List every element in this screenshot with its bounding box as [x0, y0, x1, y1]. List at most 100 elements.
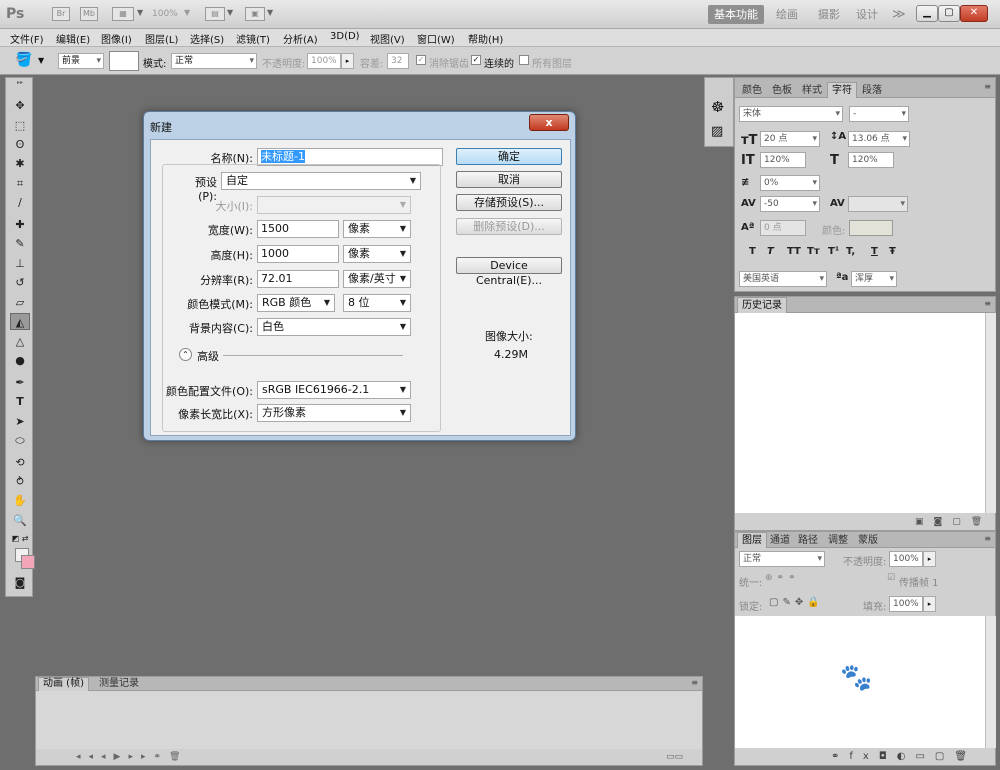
minimize-button[interactable]: ▁: [916, 5, 938, 22]
color-mode-select[interactable]: RGB 颜色: [257, 294, 335, 312]
lasso-tool-icon[interactable]: ʘ: [10, 136, 30, 153]
tab-measurement-log[interactable]: 测量记录: [94, 677, 144, 691]
tab-history[interactable]: 历史记录: [737, 297, 787, 313]
panel-menu-icon[interactable]: ≡: [691, 678, 698, 687]
fill-input[interactable]: 100%: [889, 596, 923, 612]
menu-layer[interactable]: 图层(L): [145, 31, 178, 46]
chevron-down-icon[interactable]: ▼: [227, 8, 233, 17]
color-profile-select[interactable]: sRGB IEC61966-2.1: [257, 381, 411, 399]
faux-bold-button[interactable]: T: [749, 246, 756, 257]
blend-mode-select[interactable]: 正常: [739, 551, 825, 567]
strikethrough-button[interactable]: Ŧ: [889, 246, 896, 257]
tab-color[interactable]: 颜色: [737, 82, 767, 98]
tab-swatches[interactable]: 色板: [767, 82, 797, 98]
marquee-tool-icon[interactable]: ⬚: [10, 117, 30, 134]
navigator-icon[interactable]: ☸: [711, 98, 724, 116]
menu-file[interactable]: 文件(F): [10, 31, 44, 46]
tracking-select[interactable]: -50: [760, 196, 820, 212]
pixel-aspect-select[interactable]: 方形像素: [257, 404, 411, 422]
text-color-swatch[interactable]: [849, 220, 893, 236]
chevron-down-icon[interactable]: ▼: [267, 8, 273, 17]
brush-tool-icon[interactable]: ✎: [10, 235, 30, 252]
tab-character[interactable]: 字符: [827, 82, 857, 98]
chevron-down-icon[interactable]: ▼: [184, 8, 190, 17]
size-select[interactable]: [257, 196, 411, 214]
small-caps-button[interactable]: Tт: [807, 246, 820, 257]
layer-opacity-input[interactable]: 100%: [889, 551, 923, 567]
all-caps-button[interactable]: TT: [787, 246, 801, 257]
move-tool-icon[interactable]: ✥: [10, 97, 30, 114]
font-style-select[interactable]: -: [849, 106, 909, 122]
tab-channels[interactable]: 通道: [765, 532, 795, 548]
quick-mask-icon[interactable]: ◙: [10, 574, 30, 591]
convert-timeline-icon[interactable]: ▭▭: [666, 752, 683, 762]
image-icon[interactable]: ▨: [711, 124, 723, 139]
language-select[interactable]: 美国英语: [739, 271, 827, 287]
kerning-select[interactable]: [848, 196, 908, 212]
height-input[interactable]: 1000: [257, 245, 339, 263]
menu-analysis[interactable]: 分析(A): [283, 31, 318, 46]
close-window-button[interactable]: ✕: [960, 5, 988, 22]
menu-view[interactable]: 视图(V): [370, 31, 405, 46]
layer-opacity-slider[interactable]: ▸: [923, 551, 936, 567]
maximize-button[interactable]: ▢: [938, 5, 960, 22]
device-central-button[interactable]: Device Central(E)...: [456, 257, 562, 287]
history-list[interactable]: [735, 313, 985, 513]
tab-paragraph[interactable]: 段落: [857, 82, 887, 98]
zoom-tool-icon[interactable]: 🔍: [10, 512, 30, 529]
resolution-input[interactable]: 72.01: [257, 270, 339, 288]
menu-3d[interactable]: 3D(D): [330, 31, 360, 42]
layer-action-icons[interactable]: ⚭fx◘◐▭▢🗑: [831, 751, 977, 762]
propagate-checkbox[interactable]: ☑: [887, 573, 895, 583]
workspace-design[interactable]: 设计: [850, 5, 884, 24]
menu-window[interactable]: 窗口(W): [417, 31, 455, 46]
fill-source-select[interactable]: 前景: [58, 53, 104, 69]
height-unit-select[interactable]: 像素: [343, 245, 411, 263]
all-layers-checkbox[interactable]: [519, 55, 529, 65]
pattern-picker[interactable]: [109, 51, 139, 71]
opacity-slider-button[interactable]: ▸: [341, 53, 354, 69]
playback-controls[interactable]: ◂◂◂▶▸▸⚭🗑: [76, 752, 188, 762]
history-action-icons[interactable]: ▣◙▢🗑: [915, 517, 992, 527]
preset-select[interactable]: 自定: [221, 172, 421, 190]
underline-button[interactable]: T: [871, 246, 878, 257]
menu-edit[interactable]: 编辑(E): [56, 31, 90, 46]
workspace-photography[interactable]: 摄影: [812, 5, 846, 24]
paint-bucket-tool-icon[interactable]: ◭: [10, 313, 30, 330]
workspace-more[interactable]: ≫: [886, 5, 912, 24]
path-select-tool-icon[interactable]: ➤: [10, 413, 30, 430]
menu-filter[interactable]: 滤镜(T): [236, 31, 270, 46]
dodge-tool-icon[interactable]: ●: [10, 352, 30, 369]
history-brush-tool-icon[interactable]: ↺: [10, 274, 30, 291]
workspace-essentials[interactable]: 基本功能: [708, 5, 764, 24]
menu-image[interactable]: 图像(I): [101, 31, 132, 46]
background-color-swatch[interactable]: [21, 555, 35, 569]
cancel-button[interactable]: 取消: [456, 171, 562, 188]
chevron-down-icon[interactable]: ▼: [38, 56, 44, 65]
tab-paths[interactable]: 路径: [793, 532, 823, 548]
frames-area[interactable]: [36, 691, 702, 749]
bit-depth-select[interactable]: 8 位: [343, 294, 411, 312]
view-extras-icon[interactable]: ▦: [112, 7, 134, 21]
layers-scrollbar[interactable]: [985, 616, 996, 748]
advanced-toggle[interactable]: ⌃: [179, 348, 192, 361]
font-family-select[interactable]: 宋体: [739, 106, 843, 122]
vertical-scale-input[interactable]: 120%: [760, 152, 806, 168]
baseline-shift-input[interactable]: 0 点: [760, 220, 806, 236]
chevron-down-icon[interactable]: ▼: [137, 8, 143, 17]
opacity-input[interactable]: 100%: [307, 53, 341, 69]
superscript-button[interactable]: T¹: [828, 246, 839, 257]
save-preset-button[interactable]: 存储预设(S)...: [456, 194, 562, 211]
paint-bucket-icon[interactable]: 🪣: [15, 52, 32, 68]
width-unit-select[interactable]: 像素: [343, 220, 411, 238]
eraser-tool-icon[interactable]: ▱: [10, 294, 30, 311]
unify-icons[interactable]: ⊕⚭⚭: [765, 573, 800, 583]
workspace-painting[interactable]: 绘画: [770, 5, 804, 24]
faux-italic-button[interactable]: T: [767, 246, 774, 257]
bridge-icon[interactable]: Br: [52, 7, 70, 21]
eyedropper-tool-icon[interactable]: ∕: [10, 194, 30, 211]
tab-animation[interactable]: 动画 (帧): [38, 677, 89, 691]
horizontal-scale-input[interactable]: 120%: [848, 152, 894, 168]
menu-select[interactable]: 选择(S): [190, 31, 224, 46]
antialias-checkbox[interactable]: ✓: [416, 55, 426, 65]
